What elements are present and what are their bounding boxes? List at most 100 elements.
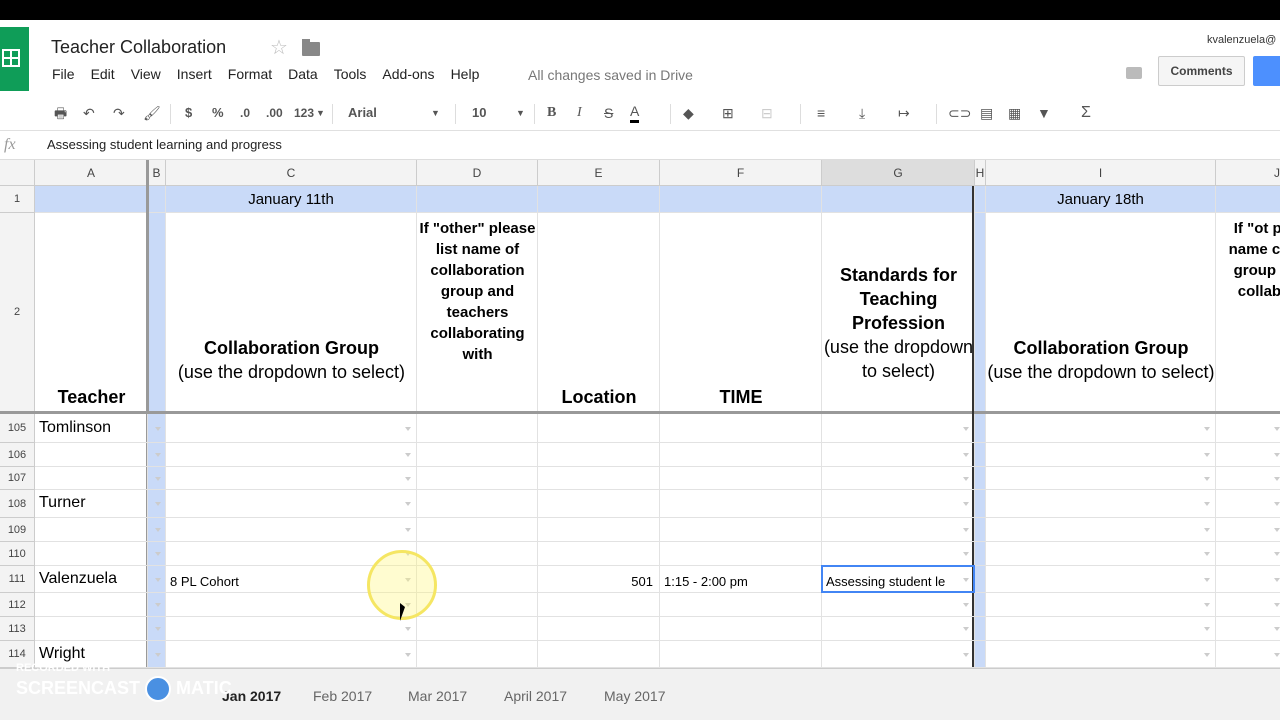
cell[interactable] (538, 186, 660, 213)
borders-icon[interactable]: ⊞ (722, 103, 734, 123)
cell-time[interactable] (660, 617, 822, 641)
dropdown-arrow-icon[interactable] (1274, 453, 1280, 457)
cell-location[interactable] (538, 414, 660, 443)
row-header[interactable]: 112 (0, 593, 35, 617)
dropdown-arrow-icon[interactable] (155, 453, 161, 457)
cell[interactable] (986, 518, 1216, 542)
cell-group[interactable] (166, 443, 417, 467)
cell-location[interactable] (538, 518, 660, 542)
cell[interactable] (986, 617, 1216, 641)
fill-color-icon[interactable]: ◆ (683, 103, 694, 123)
cell[interactable] (1216, 443, 1280, 467)
dropdown-arrow-icon[interactable] (155, 528, 161, 532)
cell[interactable] (1216, 566, 1280, 593)
strikethrough-icon[interactable]: S (604, 103, 613, 123)
cell[interactable] (417, 443, 538, 467)
sheets-logo[interactable] (0, 27, 29, 91)
dropdown-arrow-icon[interactable] (963, 652, 969, 657)
column-header-i[interactable]: I (986, 160, 1216, 186)
chart-icon[interactable]: ▦ (1008, 103, 1021, 123)
dropdown-arrow-icon[interactable] (155, 502, 161, 506)
column-header-a[interactable]: A (35, 160, 148, 186)
menu-help[interactable]: Help (451, 66, 480, 86)
cell-standard[interactable] (822, 443, 975, 467)
cell[interactable] (148, 213, 166, 412)
cell-location[interactable] (538, 467, 660, 490)
cell-teacher[interactable]: Valenzuela (35, 566, 148, 593)
cell[interactable] (417, 641, 538, 668)
cell-group[interactable] (166, 467, 417, 490)
cell-teacher[interactable] (35, 443, 148, 467)
cell-teacher[interactable] (35, 593, 148, 617)
cell-group[interactable] (166, 414, 417, 443)
dropdown-arrow-icon[interactable] (963, 502, 969, 506)
cell-time[interactable] (660, 542, 822, 566)
cell[interactable] (1216, 490, 1280, 518)
dropdown-arrow-icon[interactable] (155, 603, 161, 607)
menu-edit[interactable]: Edit (91, 66, 115, 86)
header-collab-group-cell[interactable]: Collaboration Group (use the dropdown to… (166, 213, 417, 412)
dropdown-arrow-icon[interactable] (1204, 502, 1210, 506)
cell[interactable] (1216, 518, 1280, 542)
dropdown-arrow-icon[interactable] (963, 476, 969, 481)
dropdown-arrow-icon[interactable] (1204, 627, 1210, 631)
dropdown-arrow-icon[interactable] (405, 426, 411, 431)
cell[interactable] (148, 617, 166, 641)
dropdown-arrow-icon[interactable] (1274, 502, 1280, 506)
cell[interactable] (417, 467, 538, 490)
cell[interactable] (822, 186, 975, 213)
cell-location[interactable] (538, 443, 660, 467)
cell[interactable] (986, 414, 1216, 443)
sheet-tab-april[interactable]: April 2017 (504, 683, 567, 709)
cell[interactable] (986, 467, 1216, 490)
menu-data[interactable]: Data (288, 66, 318, 86)
row-header[interactable]: 111 (0, 566, 35, 593)
cell-time[interactable] (660, 490, 822, 518)
column-header-f[interactable]: F (660, 160, 822, 186)
chevron-down-icon[interactable]: ▼ (316, 103, 325, 123)
dropdown-arrow-icon[interactable] (1274, 552, 1280, 556)
cell[interactable] (986, 490, 1216, 518)
cell-teacher[interactable] (35, 518, 148, 542)
dropdown-arrow-icon[interactable] (1274, 426, 1280, 431)
cell[interactable] (975, 542, 986, 566)
dropdown-arrow-icon[interactable] (1274, 652, 1280, 657)
dropdown-arrow-icon[interactable] (1204, 603, 1210, 607)
cell-teacher[interactable] (35, 467, 148, 490)
header-collab-group-2-cell[interactable]: Collaboration Group (use the dropdown to… (986, 213, 1216, 412)
cell[interactable] (417, 617, 538, 641)
cell[interactable] (148, 490, 166, 518)
dropdown-arrow-icon[interactable] (963, 528, 969, 532)
cell-location[interactable] (538, 542, 660, 566)
cell[interactable] (148, 443, 166, 467)
chevron-down-icon[interactable]: ▼ (516, 103, 525, 123)
cell[interactable] (148, 566, 166, 593)
dropdown-arrow-icon[interactable] (1204, 476, 1210, 481)
currency-format-button[interactable]: $ (185, 103, 192, 123)
cell[interactable] (1216, 641, 1280, 668)
cell-standard[interactable] (822, 542, 975, 566)
cell-time[interactable] (660, 467, 822, 490)
bold-icon[interactable]: B (547, 103, 556, 123)
column-header-b[interactable]: B (148, 160, 166, 186)
menu-view[interactable]: View (131, 66, 161, 86)
cell-teacher[interactable] (35, 617, 148, 641)
dropdown-arrow-icon[interactable] (1204, 577, 1210, 582)
cell[interactable] (975, 414, 986, 443)
column-header-g[interactable]: G (822, 160, 975, 186)
cell[interactable] (417, 542, 538, 566)
comments-button[interactable]: Comments (1158, 56, 1245, 86)
undo-icon[interactable]: ↶ (83, 103, 95, 123)
cell-group[interactable] (166, 518, 417, 542)
cell-time[interactable] (660, 414, 822, 443)
cell[interactable] (1216, 593, 1280, 617)
cell-time[interactable] (660, 518, 822, 542)
dropdown-arrow-icon[interactable] (405, 652, 411, 657)
cell[interactable] (986, 542, 1216, 566)
select-all-corner[interactable] (0, 160, 35, 186)
cell[interactable] (975, 443, 986, 467)
formula-input[interactable]: Assessing student learning and progress (47, 137, 282, 152)
cell[interactable] (975, 566, 986, 593)
paint-format-icon[interactable]: 🖌 (143, 103, 161, 123)
row-header[interactable]: 108 (0, 490, 35, 518)
